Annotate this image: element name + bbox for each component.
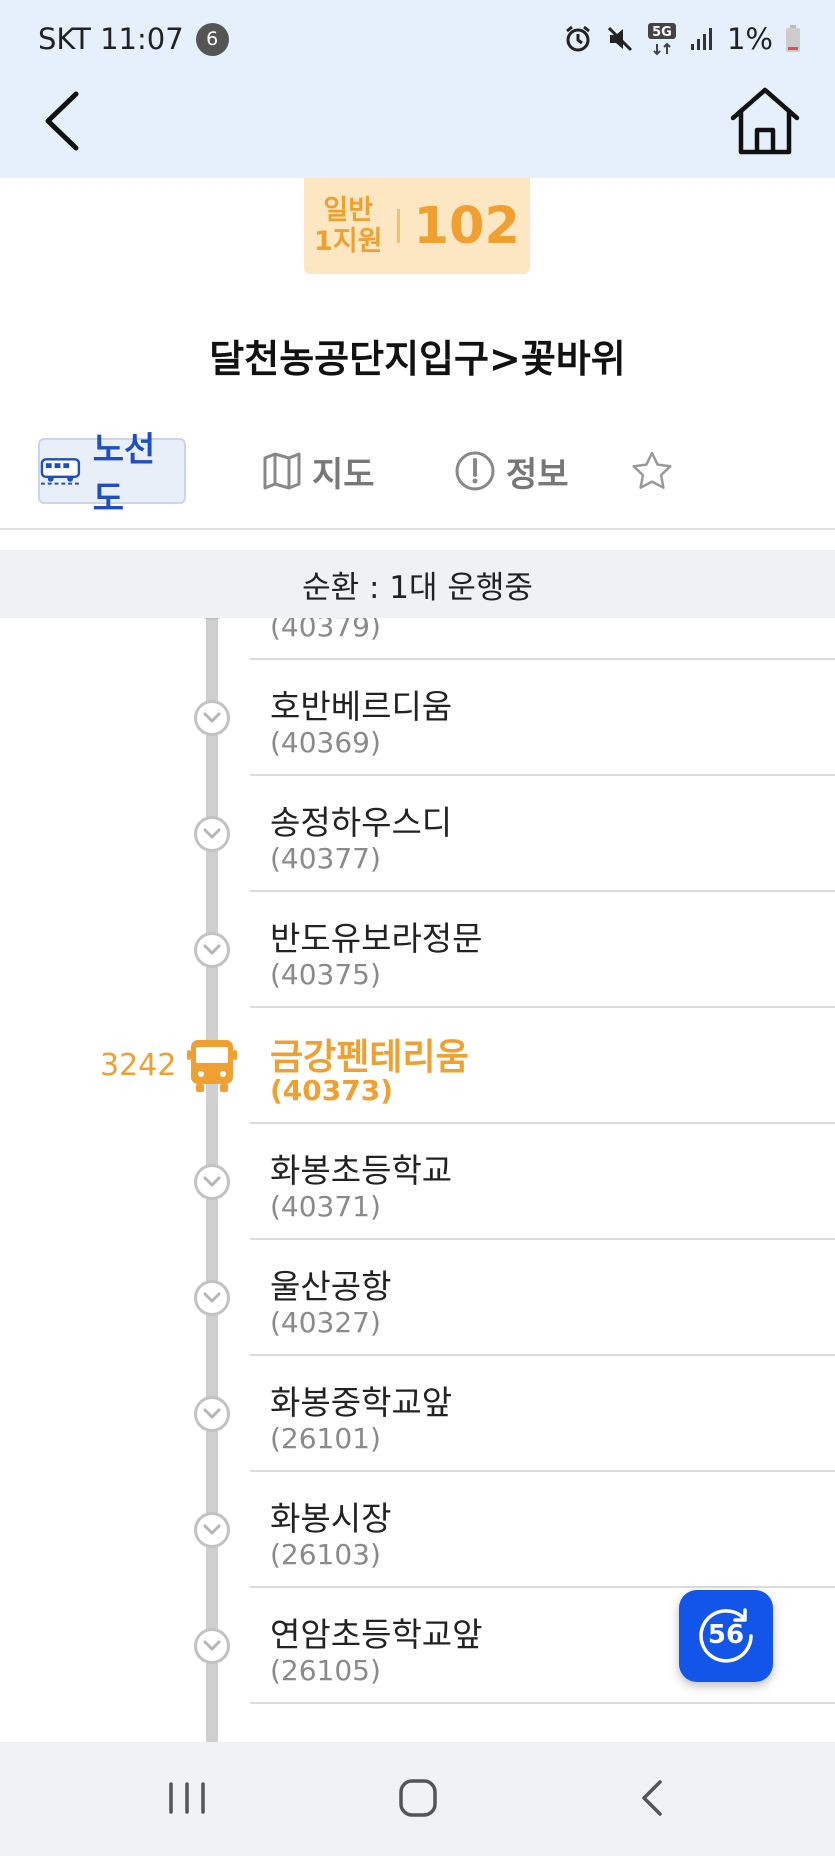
route-title: 달천농공단지입구>꽃바위 (209, 337, 626, 381)
route-type: 일반 1지원 (314, 195, 382, 257)
stop-name: 화봉시장 (270, 1499, 392, 1538)
stop-row[interactable]: 반도유보라정문 (40375) (0, 892, 835, 1008)
stop-id: (40379) (270, 618, 381, 643)
tab-info-label: 정보 (506, 454, 569, 495)
tab-info[interactable]: 정보 (454, 438, 569, 504)
stop-id: (40377) (270, 842, 381, 875)
recents-icon[interactable] (157, 1768, 217, 1828)
stop-marker[interactable] (194, 1512, 230, 1548)
stop-name: 울산공항 (270, 1267, 392, 1306)
stop-id: (40371) (270, 1190, 381, 1223)
stop-row[interactable]: 화봉시장 (26103) (0, 1472, 835, 1588)
stop-name: 반도유보라정문 (270, 919, 483, 958)
chevron-down-icon (203, 1292, 221, 1303)
alarm-icon (566, 25, 590, 52)
stop-divider (250, 1702, 835, 1704)
stop-name: 금강펜테리움 (270, 1037, 469, 1078)
network-label: 5G (652, 25, 672, 40)
route-number: 102 (413, 196, 520, 256)
stop-name: 송정하우스디 (270, 803, 453, 842)
nav-back-icon[interactable] (624, 1768, 684, 1828)
top-header: SKT 11:07 6 5G 1% (0, 0, 835, 178)
stop-name: 호반베르디움 (270, 687, 453, 726)
battery-icon (786, 25, 800, 52)
status-left: SKT 11:07 6 (38, 22, 229, 56)
stop-marker[interactable] (194, 816, 230, 852)
stop-name: 화봉중학교앞 (270, 1383, 453, 1422)
stop-name: 연암초등학교앞 (270, 1615, 483, 1654)
chevron-down-icon (203, 944, 221, 955)
chevron-down-icon (203, 1524, 221, 1535)
stop-row[interactable]: 울산공항 (40327) (0, 1240, 835, 1356)
home-circle-icon[interactable] (388, 1768, 448, 1828)
route-badge: 일반 1지원 102 (304, 178, 530, 274)
running-status-bar: 순환 : 1대 운행중 (0, 550, 835, 618)
tab-route-diagram-label: 노선도 (92, 430, 156, 519)
stop-id: (40373) (270, 1074, 394, 1107)
tab-bar: 노선도 지도 정보 (0, 430, 835, 530)
stop-row[interactable]: 화봉중학교앞 (26101) (0, 1356, 835, 1472)
battery-percent: 1% (726, 22, 773, 56)
network-5g-icon: 5G (647, 23, 676, 56)
stop-id: (40375) (270, 958, 381, 991)
tabs-divider (0, 528, 835, 530)
bus-route-icon (40, 458, 82, 485)
notification-count-badge: 6 (195, 22, 229, 56)
refresh-button[interactable]: 56 (679, 1590, 773, 1682)
stop-id: (40327) (270, 1306, 381, 1339)
chevron-down-icon (203, 828, 221, 839)
back-arrow-icon[interactable] (40, 88, 86, 154)
stop-row[interactable]: 서광비갈(40379) (0, 618, 835, 660)
home-icon[interactable] (727, 84, 803, 156)
map-icon (263, 452, 301, 490)
tab-map-label: 지도 (312, 454, 375, 495)
stop-row-current[interactable]: 금강펜테리움 (40373) 3242 (0, 1008, 835, 1124)
stop-marker[interactable] (194, 1280, 230, 1316)
mute-icon (607, 26, 633, 52)
tab-route-diagram[interactable]: 노선도 (38, 430, 186, 519)
route-type-line1: 일반 (323, 195, 374, 226)
stop-id: (40369) (270, 726, 381, 759)
status-right: 5G 1% (563, 22, 801, 56)
chevron-down-icon (203, 1176, 221, 1187)
refresh-countdown: 56 (707, 1620, 745, 1650)
tab-map[interactable]: 지도 (262, 438, 375, 504)
chevron-down-icon (203, 712, 221, 723)
stop-marker[interactable] (194, 1628, 230, 1664)
stop-name: 화봉초등학교 (270, 1151, 453, 1190)
bus-vehicle-number: 3242 (100, 1048, 177, 1083)
stop-list[interactable]: 서광비갈(40379)호반베르디움(40369)송정하우스디(40377)반도유… (0, 618, 835, 1742)
bus-icon[interactable] (186, 1038, 238, 1094)
stop-marker[interactable] (194, 1164, 230, 1200)
stop-row[interactable]: 화봉초등학교 (40371) (0, 1124, 835, 1240)
info-icon (455, 451, 495, 491)
star-icon (632, 451, 672, 489)
stop-id: (26103) (270, 1538, 381, 1571)
route-type-line2: 1지원 (314, 226, 383, 257)
stop-marker[interactable] (194, 618, 230, 620)
stop-marker[interactable] (194, 1396, 230, 1432)
favorite-button[interactable] (630, 438, 674, 504)
stop-id: (26105) (270, 1654, 381, 1687)
stop-id: (26101) (270, 1422, 381, 1455)
stop-row[interactable]: 송정하우스디 (40377) (0, 776, 835, 892)
system-nav-bar (0, 1742, 835, 1856)
route-badge-divider (396, 209, 400, 243)
carrier-time: SKT 11:07 (38, 22, 184, 56)
signal-icon (690, 28, 712, 50)
stop-marker[interactable] (194, 700, 230, 736)
chevron-down-icon (203, 1408, 221, 1419)
stop-row[interactable]: 호반베르디움 (40369) (0, 660, 835, 776)
chevron-down-icon (203, 1640, 221, 1651)
stop-marker[interactable] (194, 932, 230, 968)
